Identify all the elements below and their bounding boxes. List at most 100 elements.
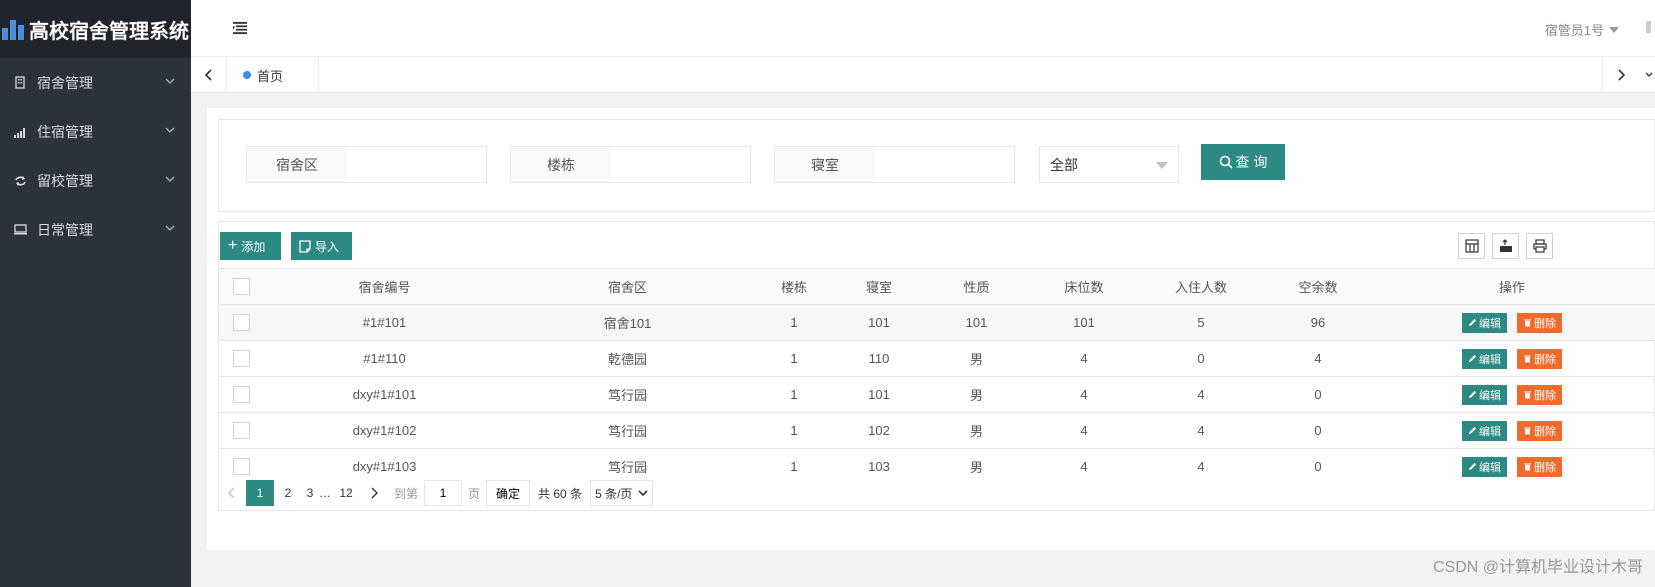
- menu-toggle-icon[interactable]: [233, 22, 247, 34]
- import-button-label: 导入: [315, 239, 340, 254]
- pencil-icon: [1469, 463, 1476, 471]
- tab-options-icon[interactable]: [1643, 67, 1655, 83]
- page-ellipsis: …: [319, 486, 331, 500]
- chevron-down-icon: [165, 176, 175, 182]
- table-cell: 101: [839, 376, 919, 413]
- gender-select-value: 全部: [1050, 156, 1078, 173]
- edit-button[interactable]: 编辑: [1462, 456, 1507, 477]
- prev-page-button[interactable]: [218, 480, 246, 506]
- row-checkbox[interactable]: [232, 314, 250, 332]
- print-button[interactable]: [1526, 233, 1553, 259]
- row-actions: 编辑 删除: [1368, 412, 1655, 449]
- table-cell: 笃行园: [506, 376, 749, 413]
- sidebar-item-stay[interactable]: 留校管理: [0, 156, 191, 205]
- table-row: #1#101 宿舍101 1 101 101 101 5 96 编辑 删除: [219, 304, 1655, 341]
- row-checkbox[interactable]: [232, 350, 250, 368]
- column-header[interactable]: 寝室: [839, 268, 919, 305]
- edit-button-label: 编辑: [1479, 389, 1501, 402]
- table-cell: 101: [919, 304, 1034, 341]
- tab-home-label: 首页: [257, 68, 284, 84]
- column-header[interactable]: 入住人数: [1134, 268, 1268, 305]
- export-icon: [1499, 239, 1512, 252]
- edit-button[interactable]: 编辑: [1462, 312, 1507, 333]
- user-name: 宿管员1号: [1544, 23, 1604, 38]
- edit-button[interactable]: 编辑: [1462, 420, 1507, 441]
- user-menu[interactable]: 宿管员1号: [1545, 20, 1619, 39]
- building-input[interactable]: [611, 146, 751, 183]
- delete-button[interactable]: 删除: [1517, 312, 1562, 333]
- edit-button[interactable]: 编辑: [1462, 384, 1507, 405]
- row-checkbox[interactable]: [232, 386, 250, 404]
- goto-label: 到第: [394, 486, 419, 501]
- delete-button[interactable]: 删除: [1517, 348, 1562, 369]
- room-input[interactable]: [875, 146, 1015, 183]
- sidebar-item-lodging[interactable]: 住宿管理: [0, 107, 191, 156]
- chevron-right-icon: [1617, 69, 1625, 81]
- delete-button[interactable]: 删除: [1517, 456, 1562, 477]
- table-cell: 0: [1268, 412, 1368, 449]
- table-cell: 0: [1134, 340, 1268, 377]
- delete-button[interactable]: 删除: [1517, 420, 1562, 441]
- column-header[interactable]: 床位数: [1034, 268, 1134, 305]
- trash-icon: [1524, 427, 1531, 435]
- column-header[interactable]: 楼栋: [749, 268, 839, 305]
- confirm-page-button[interactable]: 确定: [486, 480, 531, 506]
- column-header[interactable]: 宿舍编号: [263, 268, 506, 305]
- goto-page-input[interactable]: [424, 480, 463, 506]
- select-all-cell: [219, 268, 263, 305]
- tab-scroll-left[interactable]: [191, 57, 227, 93]
- next-page-button[interactable]: [360, 480, 388, 506]
- refresh-icon: [13, 174, 27, 188]
- column-header[interactable]: 性质: [919, 268, 1034, 305]
- monitor-icon: [13, 223, 27, 237]
- signal-bars-icon: [13, 125, 27, 139]
- gender-select[interactable]: 全部: [1039, 146, 1179, 183]
- import-button[interactable]: 导入: [291, 232, 352, 260]
- table-body: #1#101 宿舍101 1 101 101 101 5 96 编辑 删除 #1#110 乾德园 1 11…: [219, 304, 1655, 485]
- add-button[interactable]: + 添加: [220, 232, 281, 260]
- query-button-label: 查 询: [1235, 154, 1268, 170]
- chevron-right-icon: [371, 487, 378, 499]
- chevron-down-icon: [165, 78, 175, 84]
- query-button[interactable]: 查 询: [1201, 144, 1285, 180]
- area-input[interactable]: [347, 146, 487, 183]
- brand-title: 高校宿舍管理系统: [29, 20, 189, 43]
- trash-icon: [1524, 355, 1531, 363]
- page-size-select[interactable]: 5 条/页: [590, 480, 654, 506]
- page-2[interactable]: 2: [274, 480, 302, 506]
- row-select-cell: [219, 304, 263, 341]
- more-icon[interactable]: [1646, 21, 1651, 33]
- search-panel: 宿舍区 楼栋 寝室 全部 查 询: [218, 119, 1655, 212]
- tab-home[interactable]: 首页: [227, 57, 319, 93]
- row-checkbox[interactable]: [232, 458, 250, 476]
- columns-toggle[interactable]: [1458, 233, 1485, 259]
- brand: 高校宿舍管理系统: [0, 0, 191, 58]
- edit-button[interactable]: 编辑: [1462, 348, 1507, 369]
- chevron-left-icon: [204, 69, 212, 81]
- page-12[interactable]: 12: [332, 480, 360, 506]
- table-cell: 96: [1268, 304, 1368, 341]
- room-label: 寝室: [774, 146, 876, 183]
- page-1[interactable]: 1: [246, 480, 274, 506]
- delete-button[interactable]: 删除: [1517, 384, 1562, 405]
- pagination: 1 2 3 … 12 到第 页 确定 共 60 条 5 条/页: [218, 478, 654, 508]
- page-size-value: 5 条/页: [595, 486, 633, 501]
- table-cell: 1: [749, 304, 839, 341]
- chevron-down-icon: [165, 127, 175, 133]
- sidebar-item-label: 宿舍管理: [37, 74, 93, 91]
- export-button[interactable]: [1492, 233, 1519, 259]
- caret-down-icon: [1156, 162, 1168, 169]
- row-checkbox[interactable]: [232, 422, 250, 440]
- building-logo-icon: [2, 18, 26, 40]
- select-all-checkbox[interactable]: [232, 278, 250, 296]
- tab-scroll-right[interactable]: [1602, 57, 1638, 93]
- column-header[interactable]: 宿舍区: [506, 268, 749, 305]
- table-cell: 0: [1268, 448, 1368, 485]
- table-cell: 110: [839, 340, 919, 377]
- sidebar-item-dorm[interactable]: 宿舍管理: [0, 58, 191, 107]
- watermark: CSDN @计算机毕业设计木哥: [1432, 559, 1643, 576]
- table-cell: 宿舍101: [506, 304, 749, 341]
- sidebar-item-daily[interactable]: 日常管理: [0, 205, 191, 254]
- column-header[interactable]: 空余数: [1268, 268, 1368, 305]
- page-3[interactable]: 3: [302, 480, 318, 506]
